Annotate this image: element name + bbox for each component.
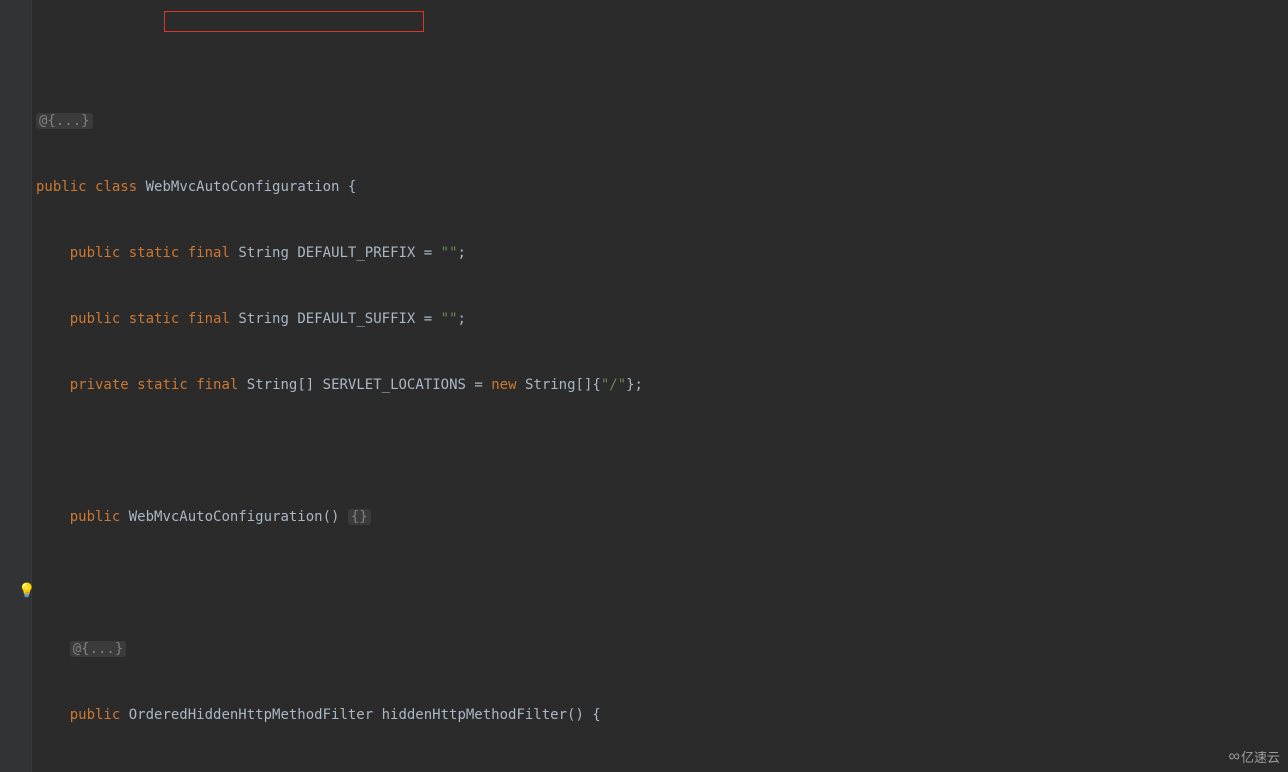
code-line: private static final String[] SERVLET_LO… — [36, 374, 1288, 396]
watermark-logo-icon: ∞ — [1229, 748, 1237, 766]
watermark: ∞ 亿速云 — [1229, 747, 1280, 766]
code-line — [36, 440, 1288, 462]
code-line: public OrderedHiddenHttpMethodFilter hid… — [36, 704, 1288, 726]
code-line: public static final String DEFAULT_PREFI… — [36, 242, 1288, 264]
code-line: public WebMvcAutoConfiguration() {} — [36, 506, 1288, 528]
folded-annotation[interactable]: @{...} — [36, 113, 93, 129]
code-editor: 💡 @{...} public class WebMvcAutoConfigur… — [0, 0, 1288, 772]
gutter[interactable]: 💡 — [0, 0, 32, 772]
code-area[interactable]: @{...} public class WebMvcAutoConfigurat… — [32, 0, 1288, 772]
folded-block[interactable]: {} — [348, 509, 371, 525]
code-line: public class WebMvcAutoConfiguration { — [36, 176, 1288, 198]
highlight-box — [164, 11, 424, 32]
code-line: @{...} — [36, 110, 1288, 132]
code-line: @{...} — [36, 638, 1288, 660]
code-line: public static final String DEFAULT_SUFFI… — [36, 308, 1288, 330]
code-line — [36, 572, 1288, 594]
folded-annotation[interactable]: @{...} — [70, 641, 127, 657]
watermark-text: 亿速云 — [1241, 747, 1280, 766]
